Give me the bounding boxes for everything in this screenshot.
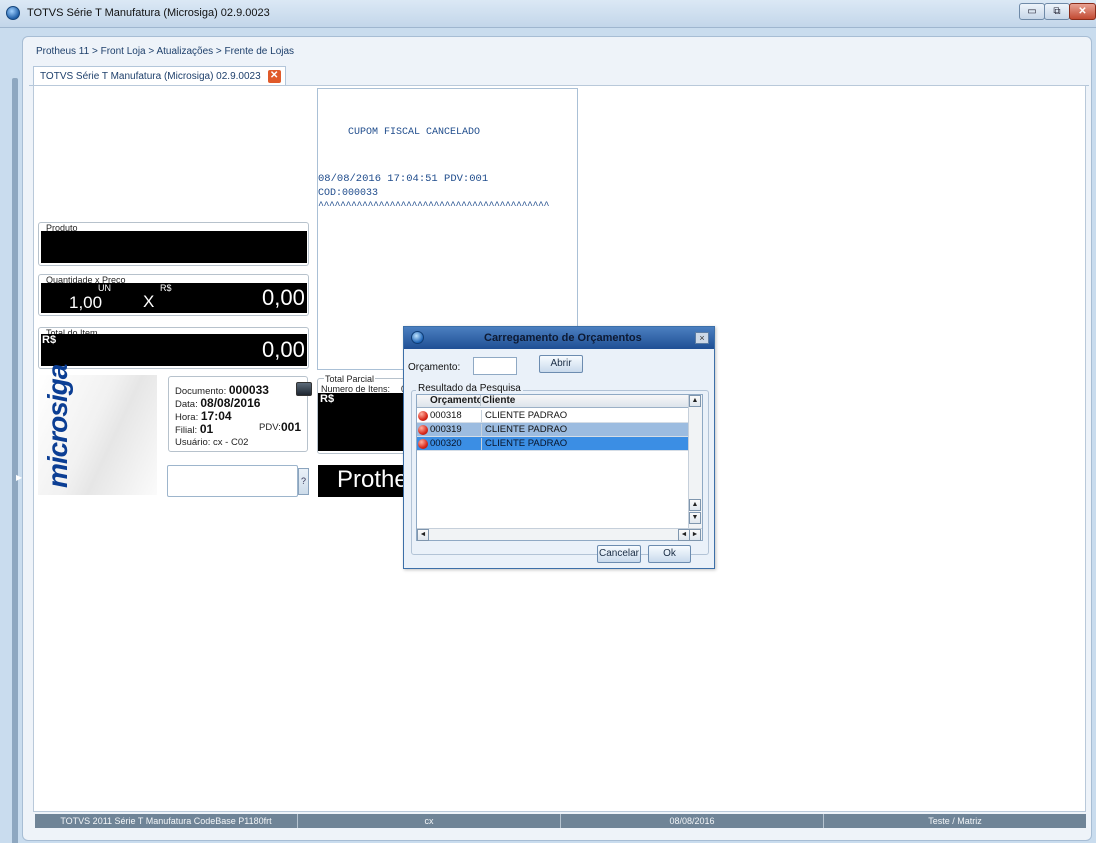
data-value: 08/08/2016 xyxy=(200,396,261,410)
scroll-up-icon[interactable]: ▲ xyxy=(689,499,701,511)
help-button[interactable]: ? xyxy=(298,468,309,495)
vertical-scrollbar[interactable]: ▲ ▲ ▼ xyxy=(688,395,702,528)
cancelar-button[interactable]: Cancelar xyxy=(597,545,641,563)
usuario-value: cx - C02 xyxy=(213,437,249,448)
documento-value: 000033 xyxy=(228,383,269,397)
window-title-bar: TOTVS Série T Manufatura (Microsiga) 02.… xyxy=(0,0,1096,28)
dialog-title-bar: Carregamento de Orçamentos × xyxy=(404,327,714,349)
status-dot-icon xyxy=(418,439,428,449)
filial-value: 01 xyxy=(199,422,214,436)
receipt-title: CUPOM FISCAL CANCELADO xyxy=(348,127,481,138)
close-window-button[interactable]: ✕ xyxy=(1069,3,1096,20)
usuario-label: Usuário: xyxy=(175,437,211,448)
minimize-button[interactable]: ▭ xyxy=(1019,3,1045,20)
results-table[interactable]: Orçamento Cliente 000318 CLIENTE PADRAO … xyxy=(416,394,703,541)
quantidade-display[interactable]: UN R$ 1,00 X 0,00 xyxy=(41,283,307,313)
left-edge: ▶ xyxy=(0,28,22,843)
logo-text: microsiga xyxy=(42,364,73,488)
times-symbol: X xyxy=(143,292,155,311)
monitor-icon[interactable] xyxy=(296,382,312,396)
resultado-label: Resultado da Pesquisa xyxy=(416,383,523,394)
ok-button[interactable]: Ok xyxy=(648,545,691,563)
status-product: TOTVS 2011 Série T Manufatura CodeBase P… xyxy=(35,814,298,828)
carregamento-dialog: Carregamento de Orçamentos × Orçamento: … xyxy=(403,326,715,569)
status-date: 08/08/2016 xyxy=(561,814,824,828)
orcamento-label: Orçamento: xyxy=(408,362,461,373)
scroll-left-icon[interactable]: ◄ xyxy=(417,529,429,541)
breadcrumb: Protheus 11 > Front Loja > Atualizações … xyxy=(36,46,295,57)
table-row[interactable]: 000319 CLIENTE PADRAO xyxy=(417,423,688,437)
orcamento-input[interactable] xyxy=(473,357,517,375)
microsiga-logo: microsiga xyxy=(38,365,157,495)
unit-label: UN xyxy=(98,283,111,293)
col-cliente[interactable]: Cliente xyxy=(480,395,515,406)
total-parcial-label: Total Parcial xyxy=(324,374,376,384)
row-orcamento: 000320 xyxy=(430,438,462,449)
total-item-value: 0,00 xyxy=(262,337,305,362)
dialog-title: Carregamento de Orçamentos xyxy=(484,332,642,344)
app-icon xyxy=(6,6,20,20)
produto-display[interactable] xyxy=(41,231,307,263)
window-title: TOTVS Série T Manufatura (Microsiga) 02.… xyxy=(27,7,270,19)
side-collapse-bar[interactable] xyxy=(12,78,18,843)
row-orcamento: 000318 xyxy=(430,410,462,421)
search-input[interactable] xyxy=(167,465,298,497)
status-user: cx xyxy=(298,814,561,828)
abrir-button[interactable]: Abrir xyxy=(539,355,583,373)
dialog-close-button[interactable]: × xyxy=(695,332,709,344)
status-company: Teste / Matriz xyxy=(928,816,982,826)
maximize-button[interactable]: ⧉ xyxy=(1044,3,1070,20)
hora-value: 17:04 xyxy=(200,409,232,423)
status-bar: TOTVS 2011 Série T Manufatura CodeBase P… xyxy=(35,814,1086,828)
tab-label: TOTVS Série T Manufatura (Microsiga) 02.… xyxy=(40,71,261,82)
tab-frente-de-lojas[interactable]: TOTVS Série T Manufatura (Microsiga) 02.… xyxy=(33,66,286,86)
table-header: Orçamento Cliente xyxy=(417,395,688,408)
table-row[interactable]: 000318 CLIENTE PADRAO xyxy=(417,409,688,423)
tab-bar: TOTVS Série T Manufatura (Microsiga) 02.… xyxy=(29,66,1089,86)
status-dot-icon xyxy=(418,411,428,421)
status-dot-icon xyxy=(418,425,428,435)
row-cliente: CLIENTE PADRAO xyxy=(481,438,567,450)
row-orcamento: 000319 xyxy=(430,424,462,435)
total-parcial-display[interactable]: R$ xyxy=(318,393,406,451)
quantity-value: 1,00 xyxy=(69,293,103,312)
filial-label: Filial: xyxy=(175,425,198,436)
receipt-separator: ^^^^^^^^^^^^^^^^^^^^^^^^^^^^^^^^^^^^^^^^… xyxy=(318,201,550,212)
price-value: 0,00 xyxy=(262,285,305,310)
total-item-currency: R$ xyxy=(42,334,57,346)
receipt-datetime: 08/08/2016 17:04:51 PDV:001 xyxy=(318,173,489,185)
tab-close-icon[interactable]: ✕ xyxy=(267,70,281,83)
row-cliente: CLIENTE PADRAO xyxy=(481,410,567,422)
horizontal-scrollbar[interactable]: ◄ ◄ ► xyxy=(417,528,702,541)
pdv-value: 001 xyxy=(281,420,302,434)
scroll-right-icon[interactable]: ► xyxy=(689,529,701,541)
row-cliente: CLIENTE PADRAO xyxy=(481,424,567,436)
total-item-display[interactable]: R$ 0,00 xyxy=(41,334,307,366)
dialog-app-icon xyxy=(411,331,424,344)
price-currency: R$ xyxy=(160,283,172,293)
table-row[interactable]: 000320 CLIENTE PADRAO xyxy=(417,437,688,451)
protheus-banner: Protheus xyxy=(318,465,406,497)
scroll-down-icon[interactable]: ▼ xyxy=(689,512,701,524)
col-orcamento[interactable]: Orçamento xyxy=(430,395,480,406)
total-parcial-currency: R$ xyxy=(320,393,335,405)
document-info: Documento: 000033 Data: 08/08/2016 Hora:… xyxy=(168,376,308,452)
receipt-code: COD:000033 xyxy=(318,188,379,199)
pdv-label: PDV: xyxy=(259,422,281,433)
scroll-up-icon[interactable]: ▲ xyxy=(689,395,701,407)
